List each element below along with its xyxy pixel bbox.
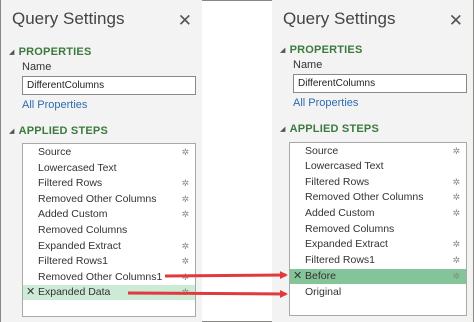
step-expanded-extract[interactable]: Expanded Extract ✲ xyxy=(23,239,195,254)
gear-icon[interactable]: ✲ xyxy=(452,206,460,221)
panel-gap xyxy=(202,1,272,321)
properties-header-label: PROPERTIES xyxy=(289,44,363,56)
step-label: Expanded Extract xyxy=(38,240,121,252)
step-label: Expanded Extract xyxy=(305,238,388,250)
applied-steps-header[interactable]: ◢ APPLIED STEPS xyxy=(280,123,379,135)
step-filtered-rows1[interactable]: Filtered Rows1 ✲ xyxy=(290,253,466,268)
properties-header-label: PROPERTIES xyxy=(18,46,92,58)
close-icon[interactable]: ✕ xyxy=(449,12,463,29)
triangle-down-icon: ◢ xyxy=(9,128,15,135)
gear-icon[interactable]: ✲ xyxy=(452,253,460,268)
step-source[interactable]: Source ✲ xyxy=(23,145,195,160)
step-label: Removed Other Columns xyxy=(38,193,157,205)
step-original[interactable]: Original xyxy=(290,285,466,300)
gear-icon[interactable]: ✲ xyxy=(452,175,460,190)
step-removed-columns[interactable]: Removed Columns xyxy=(23,223,195,238)
step-label: Filtered Rows1 xyxy=(38,255,109,267)
step-filtered-rows1[interactable]: Filtered Rows1 ✲ xyxy=(23,254,195,269)
applied-steps-header[interactable]: ◢ APPLIED STEPS xyxy=(9,125,108,137)
gear-icon[interactable]: ✲ xyxy=(181,239,189,254)
name-label: Name xyxy=(22,61,52,73)
triangle-down-icon: ◢ xyxy=(280,47,286,54)
triangle-down-icon: ◢ xyxy=(9,49,15,56)
gear-icon[interactable]: ✲ xyxy=(181,285,189,300)
step-label: Original xyxy=(305,286,342,298)
applied-steps-list: Source ✲ Lowercased Text Filtered Rows ✲… xyxy=(289,142,467,316)
step-removed-other-columns[interactable]: Removed Other Columns ✲ xyxy=(290,190,466,205)
gear-icon[interactable]: ✲ xyxy=(181,192,189,207)
step-removed-other-columns[interactable]: Removed Other Columns ✲ xyxy=(23,192,195,207)
step-label: Source xyxy=(38,146,72,158)
gear-icon[interactable]: ✲ xyxy=(181,145,189,160)
query-settings-pane-right: Query Settings ✕ ◢ PROPERTIES Name Differ… xyxy=(272,0,473,322)
name-label: Name xyxy=(293,59,323,71)
pane-title: Query Settings xyxy=(12,9,125,28)
pane-title: Query Settings xyxy=(283,9,396,28)
all-properties-link[interactable]: All Properties xyxy=(293,97,358,109)
step-label: Before xyxy=(305,270,336,282)
properties-header[interactable]: ◢ PROPERTIES xyxy=(280,44,363,56)
step-filtered-rows[interactable]: Filtered Rows ✲ xyxy=(290,175,466,190)
step-label: Lowercased Text xyxy=(305,160,384,172)
gear-icon[interactable]: ✲ xyxy=(452,190,460,205)
step-added-custom[interactable]: Added Custom ✲ xyxy=(290,206,466,221)
step-removed-columns[interactable]: Removed Columns xyxy=(290,222,466,237)
triangle-down-icon: ◢ xyxy=(280,126,286,133)
applied-steps-header-label: APPLIED STEPS xyxy=(18,125,108,137)
x-icon[interactable]: ✕ xyxy=(26,285,35,300)
step-label: Removed Other Columns1 xyxy=(38,271,163,283)
name-input[interactable]: DifferentColumns xyxy=(293,74,467,93)
step-label: Filtered Rows xyxy=(305,176,370,188)
step-removed-other-columns1[interactable]: Removed Other Columns1 ✲ xyxy=(23,270,195,285)
gear-icon[interactable]: ✲ xyxy=(181,207,189,222)
close-icon[interactable]: ✕ xyxy=(178,12,192,29)
step-filtered-rows[interactable]: Filtered Rows ✲ xyxy=(23,176,195,191)
gear-icon[interactable]: ✲ xyxy=(181,270,189,285)
gear-icon[interactable]: ✲ xyxy=(181,176,189,191)
all-properties-link[interactable]: All Properties xyxy=(22,99,87,111)
step-label: Filtered Rows1 xyxy=(305,254,376,266)
step-added-custom[interactable]: Added Custom ✲ xyxy=(23,207,195,222)
step-label: Removed Columns xyxy=(305,223,395,235)
step-label: Lowercased Text xyxy=(38,162,117,174)
step-label: Filtered Rows xyxy=(38,177,103,189)
step-label: Added Custom xyxy=(38,208,108,220)
x-icon[interactable]: ✕ xyxy=(293,269,302,284)
name-input[interactable]: DifferentColumns xyxy=(22,76,196,95)
step-before[interactable]: ✕ Before ✲ xyxy=(290,269,466,284)
step-lowercased-text[interactable]: Lowercased Text xyxy=(290,159,466,174)
step-label: Expanded Data xyxy=(38,286,111,298)
step-expanded-extract[interactable]: Expanded Extract ✲ xyxy=(290,237,466,252)
gear-icon[interactable]: ✲ xyxy=(452,237,460,252)
query-settings-pane-left: Query Settings ✕ ◢ PROPERTIES Name Differ… xyxy=(1,0,202,322)
step-expanded-data[interactable]: ✕ Expanded Data ✲ xyxy=(23,285,195,300)
step-label: Removed Other Columns xyxy=(305,191,424,203)
properties-header[interactable]: ◢ PROPERTIES xyxy=(9,46,92,58)
gear-icon[interactable]: ✲ xyxy=(181,254,189,269)
step-label: Source xyxy=(305,145,339,157)
gear-icon[interactable]: ✲ xyxy=(452,144,460,159)
gear-icon[interactable]: ✲ xyxy=(452,269,460,284)
step-source[interactable]: Source ✲ xyxy=(290,144,466,159)
applied-steps-list: Source ✲ Lowercased Text Filtered Rows ✲… xyxy=(22,143,196,317)
step-lowercased-text[interactable]: Lowercased Text xyxy=(23,161,195,176)
step-label: Removed Columns xyxy=(38,224,128,236)
applied-steps-header-label: APPLIED STEPS xyxy=(289,123,379,135)
step-label: Added Custom xyxy=(305,207,375,219)
